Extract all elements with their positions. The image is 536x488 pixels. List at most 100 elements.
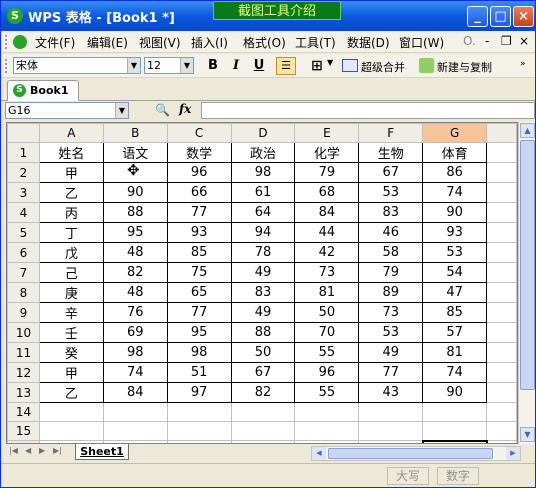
cell[interactable]: 辛: [38, 302, 104, 323]
cell[interactable]: 82: [102, 262, 168, 283]
cell[interactable]: 73: [358, 302, 424, 323]
cell[interactable]: 97: [166, 382, 232, 403]
first-sheet-button[interactable]: |◀: [9, 446, 18, 455]
column-header[interactable]: A: [38, 123, 104, 143]
row-header[interactable]: 4: [7, 202, 40, 223]
menu-data[interactable]: 数据(D): [347, 34, 390, 51]
scroll-up-button[interactable]: ▲: [520, 123, 535, 138]
cell[interactable]: [422, 402, 488, 422]
cell[interactable]: 己: [38, 262, 104, 283]
row-header[interactable]: 3: [7, 182, 40, 203]
menu-grip[interactable]: [5, 35, 8, 49]
cell[interactable]: 83: [358, 202, 424, 223]
cell-empty[interactable]: [486, 242, 517, 263]
cell-empty[interactable]: [486, 421, 517, 441]
cell-empty[interactable]: [486, 202, 517, 223]
formula-input[interactable]: [201, 102, 535, 119]
cell[interactable]: 67: [358, 162, 424, 183]
cell[interactable]: 甲: [38, 362, 104, 383]
scroll-right-button[interactable]: ▶: [506, 447, 520, 460]
column-header[interactable]: D: [230, 123, 296, 143]
cell[interactable]: 甲: [38, 162, 104, 183]
row-header[interactable]: 7: [7, 262, 40, 283]
italic-button[interactable]: I: [226, 57, 246, 75]
bold-button[interactable]: B: [203, 57, 223, 75]
row-header[interactable]: 5: [7, 222, 40, 243]
cell[interactable]: 73: [294, 262, 360, 283]
row-header[interactable]: 14: [7, 402, 40, 422]
cell[interactable]: 84: [294, 202, 360, 223]
cell[interactable]: [102, 421, 168, 441]
column-header-empty[interactable]: [486, 123, 517, 143]
column-header[interactable]: B: [102, 123, 168, 143]
cell[interactable]: 98: [230, 162, 296, 183]
name-box[interactable]: G16 ▼: [5, 102, 129, 119]
cell[interactable]: 86: [422, 162, 488, 183]
next-sheet-button[interactable]: ▶: [39, 446, 45, 455]
cell[interactable]: 49: [358, 342, 424, 363]
cell[interactable]: 乙: [38, 182, 104, 203]
cell[interactable]: 82: [230, 382, 296, 403]
cell[interactable]: [166, 421, 232, 441]
size-grip-icon[interactable]: [483, 467, 531, 485]
cell[interactable]: 癸: [38, 342, 104, 363]
font-size-select[interactable]: 12 ▼: [144, 57, 194, 74]
vertical-scrollbar[interactable]: ▲ ▼: [518, 122, 535, 444]
cell[interactable]: 85: [422, 302, 488, 323]
menu-window[interactable]: 窗口(W): [399, 34, 444, 51]
cell[interactable]: [294, 421, 360, 441]
borders-dropdown-icon[interactable]: ▼: [327, 58, 333, 67]
cell[interactable]: 81: [422, 342, 488, 363]
cell[interactable]: 88: [230, 322, 296, 343]
cell[interactable]: 乙: [38, 382, 104, 403]
row-header[interactable]: 2: [7, 162, 40, 183]
cell[interactable]: 90: [422, 202, 488, 223]
cell[interactable]: 姓名: [38, 142, 104, 163]
cell[interactable]: 生物: [358, 142, 424, 163]
cell[interactable]: 77: [166, 302, 232, 323]
vertical-scroll-thumb[interactable]: [520, 140, 535, 390]
cell[interactable]: 58: [358, 242, 424, 263]
scroll-left-button[interactable]: ◀: [312, 447, 326, 460]
borders-icon[interactable]: ⊞: [307, 57, 327, 75]
row-header[interactable]: 11: [7, 342, 40, 363]
cell[interactable]: [422, 421, 488, 441]
column-header[interactable]: F: [358, 123, 424, 143]
cell[interactable]: [38, 402, 104, 422]
cell-empty[interactable]: [486, 382, 517, 403]
horizontal-scroll-thumb[interactable]: [328, 448, 493, 459]
row-header[interactable]: 8: [7, 282, 40, 303]
cell[interactable]: [294, 402, 360, 422]
column-header[interactable]: E: [294, 123, 360, 143]
cell[interactable]: 48: [102, 282, 168, 303]
cell[interactable]: 53: [422, 242, 488, 263]
cell[interactable]: [230, 421, 296, 441]
font-family-select[interactable]: 宋体 ▼: [13, 57, 141, 74]
cell[interactable]: 74: [422, 182, 488, 203]
row-header[interactable]: 12: [7, 362, 40, 383]
cell[interactable]: [358, 421, 424, 441]
column-header[interactable]: C: [166, 123, 232, 143]
cell[interactable]: 65: [166, 282, 232, 303]
cell-empty[interactable]: [486, 222, 517, 243]
cell[interactable]: 66: [166, 182, 232, 203]
cell[interactable]: 74: [102, 362, 168, 383]
mdi-minimize-button[interactable]: -: [485, 34, 489, 48]
cell-empty[interactable]: [486, 342, 517, 363]
cell[interactable]: 庚: [38, 282, 104, 303]
minimize-button[interactable]: _: [467, 6, 488, 27]
search-function-icon[interactable]: 🔍: [155, 103, 170, 117]
close-button[interactable]: ×: [513, 6, 534, 27]
cell[interactable]: 76: [102, 302, 168, 323]
cell[interactable]: 53: [358, 322, 424, 343]
cell[interactable]: 79: [358, 262, 424, 283]
sheet-tab-sheet1[interactable]: Sheet1: [75, 444, 129, 460]
cell[interactable]: 93: [166, 222, 232, 243]
cell[interactable]: 戊: [38, 242, 104, 263]
cell[interactable]: 54: [422, 262, 488, 283]
super-merge-button[interactable]: 超级合并: [361, 59, 405, 75]
cell[interactable]: [230, 402, 296, 422]
cell[interactable]: 50: [230, 342, 296, 363]
cell[interactable]: 44: [294, 222, 360, 243]
menu-extra[interactable]: O.: [463, 34, 476, 48]
